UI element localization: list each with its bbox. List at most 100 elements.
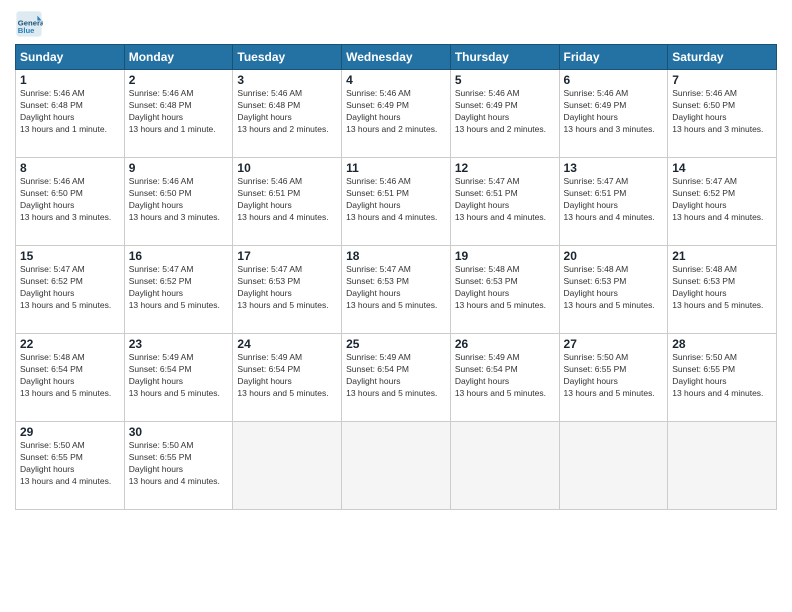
calendar-cell [342, 422, 451, 510]
day-info: Sunrise: 5:47 AMSunset: 6:53 PMDaylight … [346, 264, 446, 312]
calendar-cell [559, 422, 668, 510]
day-info: Sunrise: 5:49 AMSunset: 6:54 PMDaylight … [237, 352, 337, 400]
calendar-cell: 17Sunrise: 5:47 AMSunset: 6:53 PMDayligh… [233, 246, 342, 334]
calendar-week-row: 1 Sunrise: 5:46 AMSunset: 6:48 PMDaylight… [16, 70, 777, 158]
day-number: 28 [672, 337, 772, 351]
calendar-cell: 24Sunrise: 5:49 AMSunset: 6:54 PMDayligh… [233, 334, 342, 422]
day-number: 20 [564, 249, 664, 263]
day-number: 13 [564, 161, 664, 175]
calendar-cell: 7Sunrise: 5:46 AMSunset: 6:50 PMDaylight… [668, 70, 777, 158]
day-number: 24 [237, 337, 337, 351]
day-info: Sunrise: 5:50 AMSunset: 6:55 PMDaylight … [672, 352, 772, 400]
calendar-cell: 8Sunrise: 5:46 AMSunset: 6:50 PMDaylight… [16, 158, 125, 246]
day-number: 14 [672, 161, 772, 175]
calendar-cell: 18Sunrise: 5:47 AMSunset: 6:53 PMDayligh… [342, 246, 451, 334]
day-info: Sunrise: 5:46 AMSunset: 6:48 PMDaylight … [129, 88, 229, 136]
day-info: Sunrise: 5:46 AMSunset: 6:48 PMDaylight … [237, 88, 337, 136]
day-number: 21 [672, 249, 772, 263]
day-info: Sunrise: 5:50 AMSunset: 6:55 PMDaylight … [20, 440, 120, 488]
day-info: Sunrise: 5:47 AMSunset: 6:51 PMDaylight … [455, 176, 555, 224]
day-of-week-row: SundayMondayTuesdayWednesdayThursdayFrid… [16, 45, 777, 70]
calendar-week-row: 15Sunrise: 5:47 AMSunset: 6:52 PMDayligh… [16, 246, 777, 334]
calendar-week-row: 29Sunrise: 5:50 AMSunset: 6:55 PMDayligh… [16, 422, 777, 510]
calendar-week-row: 22Sunrise: 5:48 AMSunset: 6:54 PMDayligh… [16, 334, 777, 422]
day-number: 23 [129, 337, 229, 351]
day-info: Sunrise: 5:46 AMSunset: 6:49 PMDaylight … [455, 88, 555, 136]
day-number: 10 [237, 161, 337, 175]
day-number: 25 [346, 337, 446, 351]
calendar-cell: 20Sunrise: 5:48 AMSunset: 6:53 PMDayligh… [559, 246, 668, 334]
calendar-cell: 19Sunrise: 5:48 AMSunset: 6:53 PMDayligh… [450, 246, 559, 334]
day-info: Sunrise: 5:46 AMSunset: 6:51 PMDaylight … [346, 176, 446, 224]
day-info: Sunrise: 5:50 AMSunset: 6:55 PMDaylight … [129, 440, 229, 488]
day-number: 18 [346, 249, 446, 263]
calendar-cell: 10Sunrise: 5:46 AMSunset: 6:51 PMDayligh… [233, 158, 342, 246]
day-number: 4 [346, 73, 446, 87]
day-number: 12 [455, 161, 555, 175]
day-number: 7 [672, 73, 772, 87]
day-number: 16 [129, 249, 229, 263]
calendar-cell: 13Sunrise: 5:47 AMSunset: 6:51 PMDayligh… [559, 158, 668, 246]
day-info: Sunrise: 5:47 AMSunset: 6:52 PMDaylight … [20, 264, 120, 312]
day-number: 11 [346, 161, 446, 175]
day-number: 8 [20, 161, 120, 175]
dow-header: Wednesday [342, 45, 451, 70]
dow-header: Tuesday [233, 45, 342, 70]
day-number: 29 [20, 425, 120, 439]
day-info: Sunrise: 5:50 AMSunset: 6:55 PMDaylight … [564, 352, 664, 400]
page: General Blue SundayMondayTuesdayWednesda… [0, 0, 792, 612]
day-number: 30 [129, 425, 229, 439]
calendar-cell: 22Sunrise: 5:48 AMSunset: 6:54 PMDayligh… [16, 334, 125, 422]
dow-header: Monday [124, 45, 233, 70]
day-number: 6 [564, 73, 664, 87]
calendar-cell: 2Sunrise: 5:46 AMSunset: 6:48 PMDaylight… [124, 70, 233, 158]
calendar-cell: 27Sunrise: 5:50 AMSunset: 6:55 PMDayligh… [559, 334, 668, 422]
calendar-cell: 30Sunrise: 5:50 AMSunset: 6:55 PMDayligh… [124, 422, 233, 510]
day-number: 9 [129, 161, 229, 175]
day-number: 5 [455, 73, 555, 87]
calendar-cell: 4Sunrise: 5:46 AMSunset: 6:49 PMDaylight… [342, 70, 451, 158]
calendar-cell: 6Sunrise: 5:46 AMSunset: 6:49 PMDaylight… [559, 70, 668, 158]
calendar-cell [668, 422, 777, 510]
calendar-table: SundayMondayTuesdayWednesdayThursdayFrid… [15, 44, 777, 510]
day-info: Sunrise: 5:47 AMSunset: 6:52 PMDaylight … [672, 176, 772, 224]
day-info: Sunrise: 5:46 AMSunset: 6:50 PMDaylight … [129, 176, 229, 224]
calendar-cell: 1Sunrise: 5:46 AMSunset: 6:48 PMDaylight… [16, 70, 125, 158]
day-info: Sunrise: 5:47 AMSunset: 6:51 PMDaylight … [564, 176, 664, 224]
day-info: Sunrise: 5:49 AMSunset: 6:54 PMDaylight … [455, 352, 555, 400]
day-number: 19 [455, 249, 555, 263]
logo: General Blue [15, 10, 47, 38]
calendar-cell: 23Sunrise: 5:49 AMSunset: 6:54 PMDayligh… [124, 334, 233, 422]
svg-text:Blue: Blue [18, 26, 35, 35]
day-number: 17 [237, 249, 337, 263]
day-number: 2 [129, 73, 229, 87]
calendar-cell: 21Sunrise: 5:48 AMSunset: 6:53 PMDayligh… [668, 246, 777, 334]
day-number: 15 [20, 249, 120, 263]
day-info: Sunrise: 5:46 AMSunset: 6:50 PMDaylight … [672, 88, 772, 136]
calendar-cell: 25Sunrise: 5:49 AMSunset: 6:54 PMDayligh… [342, 334, 451, 422]
calendar-cell: 3Sunrise: 5:46 AMSunset: 6:48 PMDaylight… [233, 70, 342, 158]
calendar-cell [233, 422, 342, 510]
calendar-body: 1 Sunrise: 5:46 AMSunset: 6:48 PMDaylight… [16, 70, 777, 510]
day-number: 1 [20, 73, 120, 87]
calendar-cell [450, 422, 559, 510]
day-number: 26 [455, 337, 555, 351]
day-number: 3 [237, 73, 337, 87]
day-info: Sunrise: 5:46 AMSunset: 6:50 PMDaylight … [20, 176, 120, 224]
day-info: Sunrise: 5:49 AMSunset: 6:54 PMDaylight … [346, 352, 446, 400]
dow-header: Thursday [450, 45, 559, 70]
calendar-cell: 5Sunrise: 5:46 AMSunset: 6:49 PMDaylight… [450, 70, 559, 158]
logo-icon: General Blue [15, 10, 43, 38]
dow-header: Friday [559, 45, 668, 70]
calendar-cell: 16Sunrise: 5:47 AMSunset: 6:52 PMDayligh… [124, 246, 233, 334]
day-info: Sunrise: 5:46 AMSunset: 6:51 PMDaylight … [237, 176, 337, 224]
day-info: Sunrise: 5:49 AMSunset: 6:54 PMDaylight … [129, 352, 229, 400]
day-number: 22 [20, 337, 120, 351]
day-info: Sunrise: 5:48 AMSunset: 6:53 PMDaylight … [672, 264, 772, 312]
calendar-cell: 15Sunrise: 5:47 AMSunset: 6:52 PMDayligh… [16, 246, 125, 334]
day-info: Sunrise: 5:48 AMSunset: 6:53 PMDaylight … [455, 264, 555, 312]
calendar-cell: 9Sunrise: 5:46 AMSunset: 6:50 PMDaylight… [124, 158, 233, 246]
dow-header: Sunday [16, 45, 125, 70]
calendar-week-row: 8Sunrise: 5:46 AMSunset: 6:50 PMDaylight… [16, 158, 777, 246]
day-info: Sunrise: 5:47 AMSunset: 6:53 PMDaylight … [237, 264, 337, 312]
